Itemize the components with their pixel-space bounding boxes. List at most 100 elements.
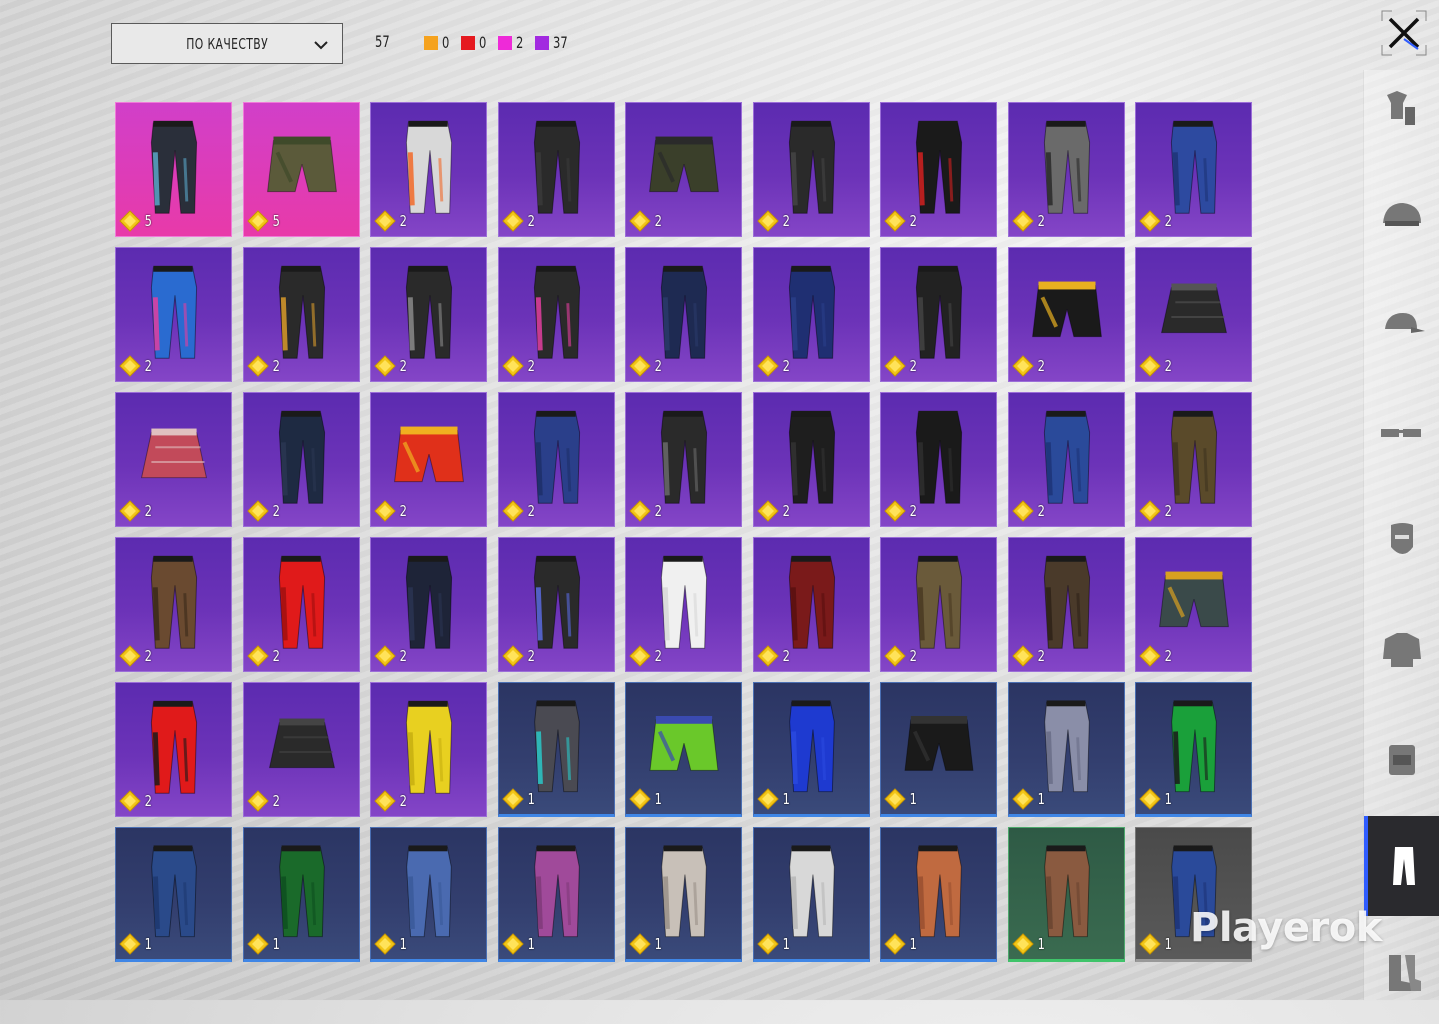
inventory-item[interactable]: 2 (880, 392, 997, 527)
inventory-item[interactable]: 2 (497, 392, 615, 527)
inventory-item[interactable]: 2 (752, 247, 870, 382)
item-count: 2 (909, 212, 917, 230)
inventory-item[interactable]: 1 (625, 827, 742, 962)
nav-backpack[interactable] (1364, 708, 1439, 808)
inventory-item[interactable]: 1 (880, 682, 997, 817)
item-badge: 1 (1011, 788, 1046, 810)
inventory-item[interactable]: 2 (370, 537, 487, 672)
item-badge: 1 (501, 788, 536, 810)
item-count: 1 (527, 935, 535, 953)
inventory-item[interactable]: 2 (370, 392, 487, 527)
item-badge: 2 (629, 645, 663, 667)
sort-dropdown[interactable]: ПО КАЧЕСТВУ (111, 23, 343, 64)
inventory-item[interactable]: 2 (1135, 247, 1252, 382)
inventory-item[interactable]: 2 (1135, 537, 1252, 672)
inventory-item[interactable]: 1 (752, 682, 870, 817)
inventory-item[interactable]: 2 (625, 247, 742, 382)
nav-jacket[interactable] (1364, 600, 1439, 700)
rank-diamond-icon (629, 355, 651, 377)
total-count: 57 (375, 32, 390, 51)
inventory-item[interactable]: 2 (370, 682, 487, 817)
inventory-item[interactable]: 2 (115, 392, 232, 527)
rank-diamond-icon (374, 790, 396, 812)
inventory-item[interactable]: 2 (242, 247, 360, 382)
item-badge: 2 (246, 355, 281, 377)
nav-pants[interactable] (1364, 816, 1439, 916)
close-button[interactable] (1380, 9, 1428, 57)
inventory-item[interactable]: 2 (625, 392, 742, 527)
inventory-item[interactable]: 2 (625, 102, 742, 237)
inventory-item[interactable]: 2 (1007, 102, 1125, 237)
inventory-item[interactable]: 2 (880, 537, 997, 672)
rank-diamond-icon (884, 210, 906, 232)
inventory-item[interactable]: 1 (625, 682, 742, 817)
rank-diamond-icon (501, 210, 524, 232)
inventory-item[interactable]: 2 (752, 392, 870, 527)
inventory-item[interactable]: 2 (497, 537, 615, 672)
rank-diamond-icon (1139, 500, 1161, 522)
cap-icon (1385, 313, 1425, 333)
inventory-item[interactable]: 2 (115, 537, 232, 672)
inventory-item[interactable]: 1 (115, 827, 232, 962)
inventory-item[interactable]: 1 (497, 827, 615, 962)
backpack-icon (1389, 745, 1415, 775)
inventory-item[interactable]: 2 (1007, 247, 1125, 382)
item-count: 2 (527, 357, 535, 375)
item-count: 2 (272, 502, 280, 520)
inventory-item[interactable]: 2 (242, 537, 360, 672)
rank-diamond-icon (756, 788, 779, 810)
inventory-item[interactable]: 1 (1135, 682, 1252, 817)
inventory-item[interactable]: 2 (242, 682, 360, 817)
rank-diamond-icon (1011, 645, 1034, 667)
item-badge: 1 (246, 933, 281, 955)
inventory-item[interactable]: 2 (370, 102, 487, 237)
inventory-item[interactable]: 2 (115, 682, 232, 817)
inventory-item[interactable]: 2 (242, 392, 360, 527)
inventory-item[interactable]: 1 (497, 682, 615, 817)
inventory-item[interactable]: 2 (880, 102, 997, 237)
inventory-item[interactable]: 2 (880, 247, 997, 382)
inventory-item[interactable]: 2 (1135, 102, 1252, 237)
quality-counts: 0 0 2 37 (424, 33, 572, 52)
inventory-item[interactable]: 2 (497, 247, 615, 382)
category-sidebar (1363, 70, 1439, 1000)
rank-diamond-icon (501, 355, 524, 377)
inventory-item[interactable]: 1 (1007, 682, 1125, 817)
rank-diamond-icon (246, 933, 269, 955)
nav-cap[interactable] (1364, 276, 1439, 376)
inventory-item[interactable]: 1 (242, 827, 360, 962)
inventory-item[interactable]: 2 (752, 537, 870, 672)
inventory-item[interactable]: 2 (1007, 537, 1125, 672)
inventory-item[interactable]: 2 (115, 247, 232, 382)
item-badge: 2 (629, 355, 663, 377)
inventory-item[interactable]: 1 (370, 827, 487, 962)
item-count: 2 (272, 792, 280, 810)
item-badge: 1 (374, 933, 408, 955)
inventory-item[interactable]: 2 (1007, 392, 1125, 527)
rank-diamond-icon (501, 933, 524, 955)
inventory-item[interactable]: 2 (1135, 392, 1252, 527)
inventory-item[interactable]: 5 (115, 102, 232, 237)
nav-helmet[interactable] (1364, 168, 1439, 268)
inventory-item[interactable]: 2 (625, 537, 742, 672)
inventory-item[interactable]: 1 (1007, 827, 1125, 962)
rank-diamond-icon (756, 210, 779, 232)
pink-square-icon (498, 35, 513, 50)
inventory-item[interactable]: 2 (497, 102, 615, 237)
inventory-item[interactable]: 5 (242, 102, 360, 237)
inventory-item[interactable]: 2 (370, 247, 487, 382)
nav-outfit[interactable] (1364, 60, 1439, 160)
inventory-item[interactable]: 2 (752, 102, 870, 237)
red-square-icon (461, 35, 476, 50)
item-badge: 2 (1139, 355, 1173, 377)
inventory-item[interactable]: 1 (752, 827, 870, 962)
item-badge: 2 (884, 500, 918, 522)
inventory-item[interactable]: 1 (880, 827, 997, 962)
item-count: 1 (144, 935, 152, 953)
nav-mask[interactable] (1364, 492, 1439, 592)
item-badge: 2 (1011, 210, 1046, 232)
mask-icon (1391, 523, 1413, 554)
item-count: 2 (782, 647, 790, 665)
nav-glasses[interactable] (1364, 384, 1439, 484)
item-badge: 2 (756, 210, 791, 232)
